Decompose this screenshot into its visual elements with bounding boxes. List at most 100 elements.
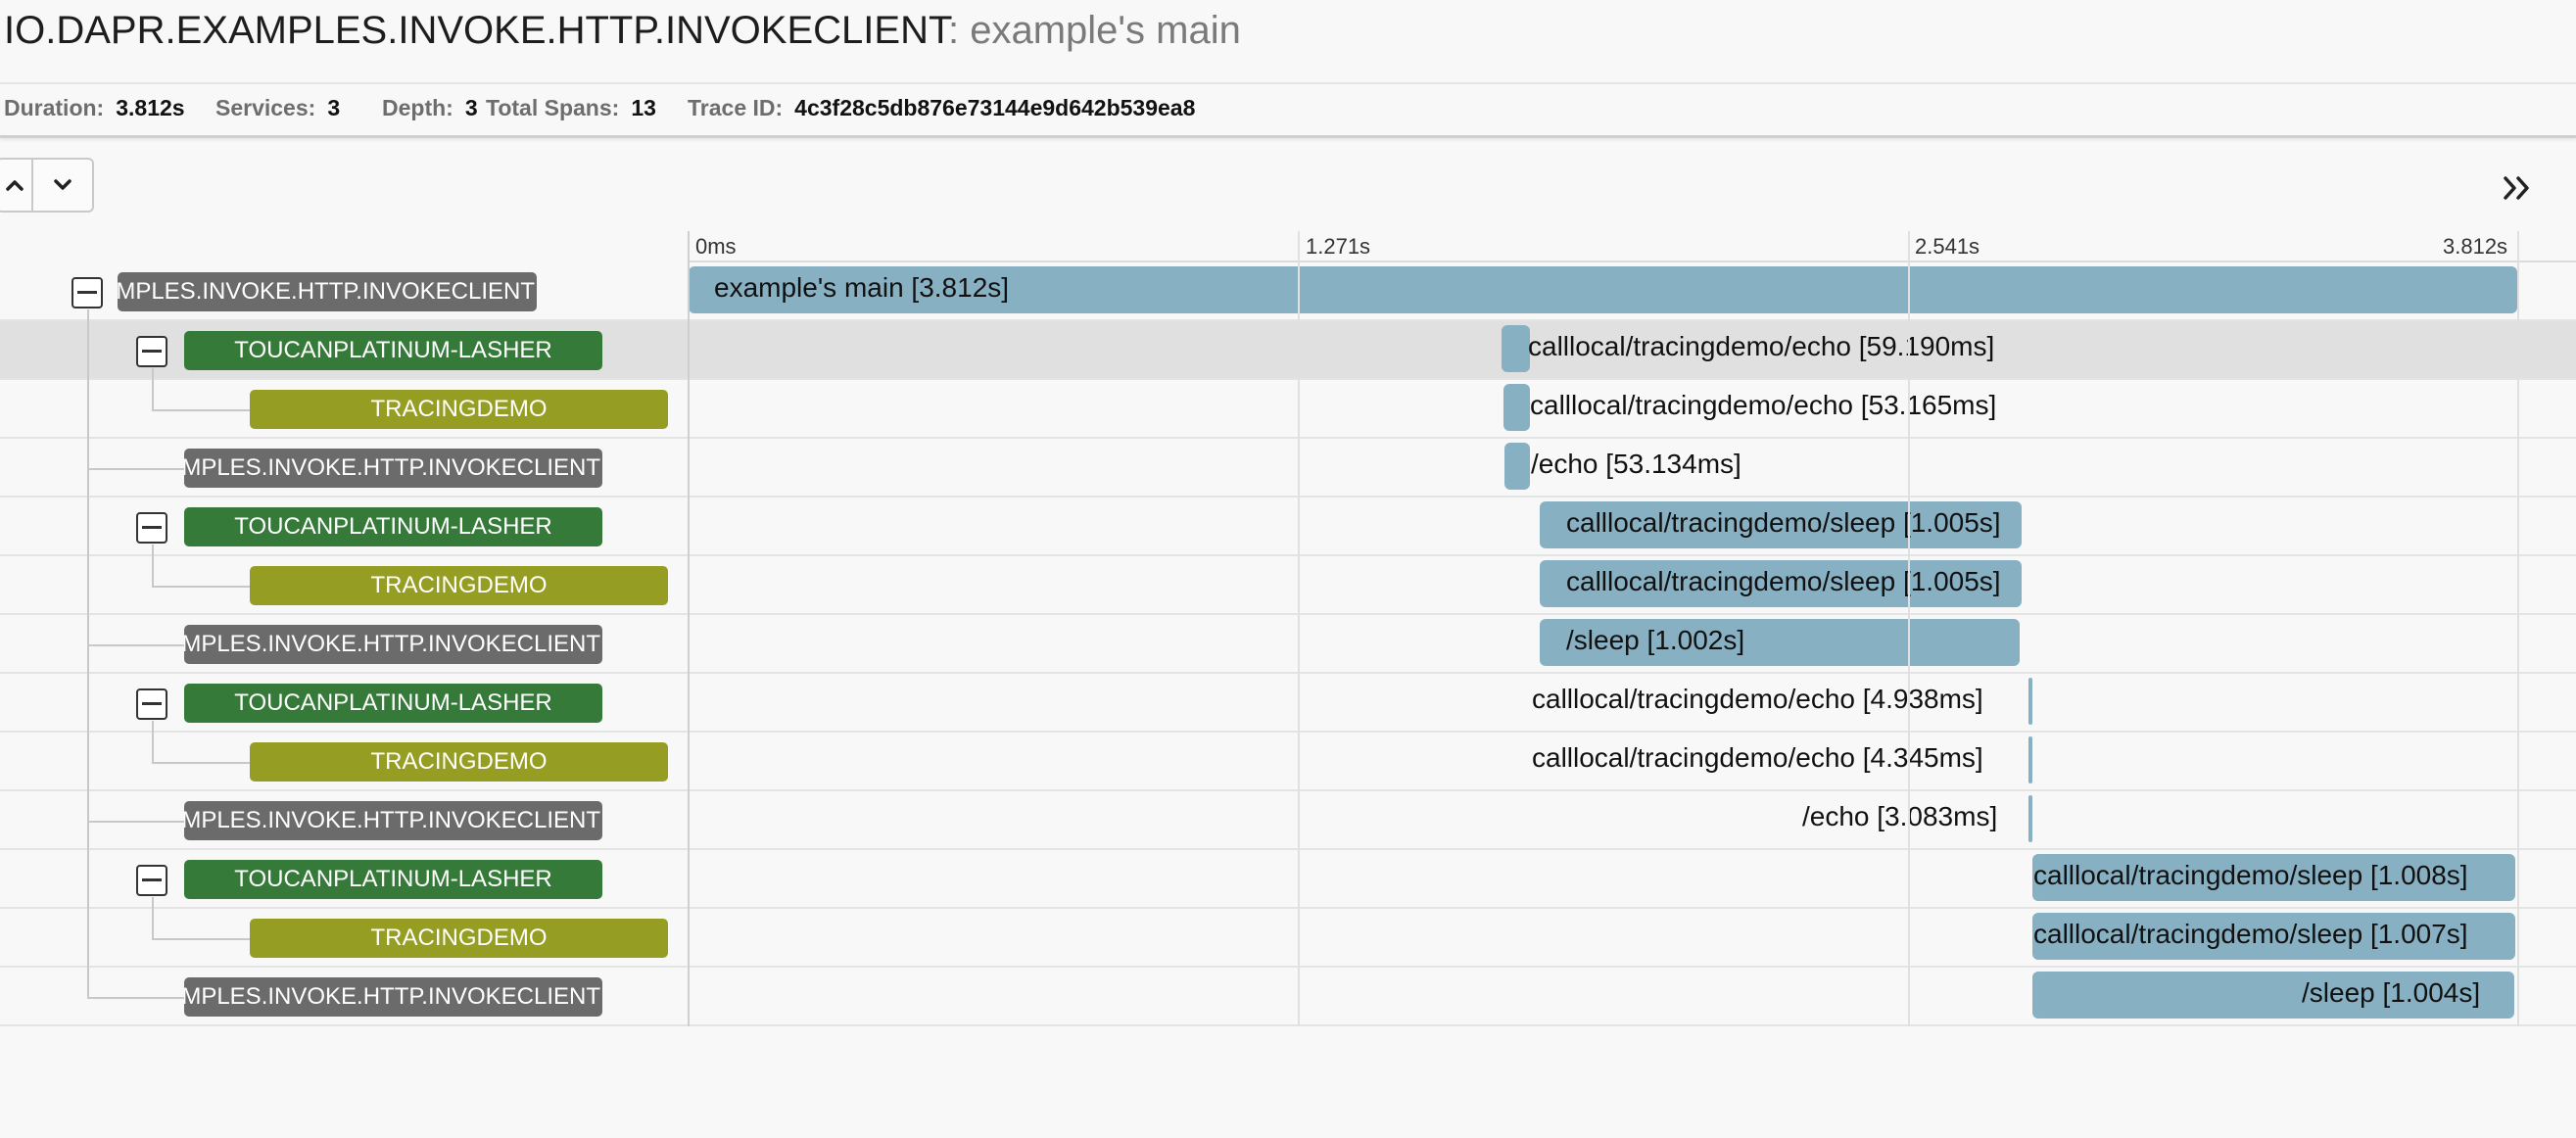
tree-connector: [152, 409, 250, 411]
span-row[interactable]: TRACINGDEMO calllocal/tracingdemo/echo […: [0, 380, 2576, 439]
span-operation-label: calllocal/tracingdemo/sleep [1.005s]: [1566, 566, 2001, 596]
timeline-gridline: [688, 231, 690, 1026]
timeline-gridline: [1908, 231, 1910, 1026]
tree-connector: [87, 997, 184, 999]
timeline-ticks: 0ms 1.271s 2.541s 3.812s: [0, 231, 2576, 262]
span-operation-label: example's main [3.812s]: [714, 272, 1010, 303]
row-divider: [0, 1024, 2576, 1026]
trace-meta-bar: Duration: 3.812s Services: 3 Depth: 3 Total…: [0, 84, 2576, 138]
collapse-all-button[interactable]: [0, 160, 33, 211]
span-row[interactable]: TRACINGDEMO calllocal/tracingdemo/sleep …: [0, 556, 2576, 615]
tree-connector: [87, 468, 184, 470]
collapse-toggle-icon[interactable]: [72, 277, 103, 308]
meta-trace-id-label: Trace ID:: [688, 95, 784, 120]
collapse-toggle-icon[interactable]: [136, 512, 167, 544]
span-duration-bar[interactable]: [2028, 795, 2032, 842]
tree-connector: [152, 721, 154, 762]
span-duration-bar[interactable]: [2028, 678, 2032, 725]
span-operation-label: /echo [3.083ms]: [1802, 801, 1998, 831]
service-name-badge: TOUCANPLATINUM-LASHER: [184, 331, 602, 370]
expand-timeline-button[interactable]: [2498, 168, 2537, 208]
service-name-text: IO.DAPR.EXAMPLES.INVOKE.HTTP.INVOKECLIEN…: [184, 807, 600, 833]
service-name-badge: TOUCANPLATINUM-LASHER: [184, 860, 602, 899]
service-name-text: TRACINGDEMO: [370, 925, 548, 951]
tree-connector: [152, 762, 250, 764]
service-name-text: IO.DAPR.EXAMPLES.INVOKE.HTTP.INVOKECLIEN…: [184, 983, 600, 1010]
service-name-badge: TRACINGDEMO: [250, 919, 668, 958]
service-name-badge: IO.DAPR.EXAMPLES.INVOKE.HTTP.INVOKECLIEN…: [184, 801, 602, 840]
span-row[interactable]: TOUCANPLATINUM-LASHER calllocal/tracingd…: [0, 674, 2576, 733]
service-name-badge: IO.DAPR.EXAMPLES.INVOKE.HTTP.INVOKECLIEN…: [118, 272, 537, 311]
span-row[interactable]: IO.DAPR.EXAMPLES.INVOKE.HTTP.INVOKECLIEN…: [0, 968, 2576, 1026]
meta-services-value: 3: [327, 95, 341, 120]
service-name-badge: IO.DAPR.EXAMPLES.INVOKE.HTTP.INVOKECLIEN…: [184, 449, 602, 488]
tree-connector: [152, 368, 154, 409]
meta-services-label: Services:: [215, 95, 316, 120]
meta-total-spans: Total Spans: 13: [486, 94, 656, 121]
span-row-selected[interactable]: TOUCANPLATINUM-LASHER calllocal/tracingd…: [0, 321, 2576, 380]
span-row[interactable]: TRACINGDEMO calllocal/tracingdemo/sleep …: [0, 909, 2576, 968]
tree-connector: [87, 821, 184, 823]
span-duration-bar[interactable]: [2028, 736, 2032, 783]
expand-all-button[interactable]: [33, 160, 92, 211]
span-nav-button-group: [0, 158, 94, 213]
span-row[interactable]: TRACINGDEMO calllocal/tracingdemo/echo […: [0, 733, 2576, 791]
tree-connector: [152, 545, 154, 586]
tree-connector: [87, 644, 184, 646]
service-name-text: TRACINGDEMO: [370, 748, 548, 775]
span-row[interactable]: TOUCANPLATINUM-LASHER calllocal/tracingd…: [0, 498, 2576, 556]
collapse-toggle-icon[interactable]: [136, 688, 167, 720]
chevron-up-icon: [6, 180, 24, 191]
trace-header: IO.DAPR.EXAMPLES.INVOKE.HTTP.INVOKECLIEN…: [0, 0, 2576, 84]
span-duration-bar[interactable]: [1503, 384, 1530, 431]
span-operation-label: calllocal/tracingdemo/echo [4.938ms]: [1532, 684, 1983, 714]
service-name-badge: TOUCANPLATINUM-LASHER: [184, 684, 602, 723]
span-operation-label: calllocal/tracingdemo/sleep [1.008s]: [2033, 860, 2468, 890]
tick-label: 3.812s: [2443, 234, 2508, 259]
tick-label: 0ms: [695, 234, 737, 259]
meta-duration-label: Duration:: [4, 95, 105, 120]
service-name-badge: IO.DAPR.EXAMPLES.INVOKE.HTTP.INVOKECLIEN…: [184, 977, 602, 1017]
service-name-text: IO.DAPR.EXAMPLES.INVOKE.HTTP.INVOKECLIEN…: [184, 454, 600, 481]
meta-services: Services: 3: [215, 94, 340, 121]
tick-label: 2.541s: [1915, 234, 1980, 259]
service-name-text: IO.DAPR.EXAMPLES.INVOKE.HTTP.INVOKECLIEN…: [118, 278, 535, 305]
span-operation-label: calllocal/tracingdemo/sleep [1.005s]: [1566, 507, 2001, 538]
trace-title-service: IO.DAPR.EXAMPLES.INVOKE.HTTP.INVOKECLIEN…: [4, 9, 948, 52]
collapse-toggle-icon[interactable]: [136, 336, 167, 367]
tree-connector: [152, 897, 154, 938]
trace-title: IO.DAPR.EXAMPLES.INVOKE.HTTP.INVOKECLIEN…: [4, 6, 1241, 55]
span-row[interactable]: IO.DAPR.EXAMPLES.INVOKE.HTTP.INVOKECLIEN…: [0, 439, 2576, 498]
service-name-badge: TRACINGDEMO: [250, 742, 668, 782]
span-row[interactable]: IO.DAPR.EXAMPLES.INVOKE.HTTP.INVOKECLIEN…: [0, 262, 2576, 321]
span-operation-label: calllocal/tracingdemo/echo [53.165ms]: [1530, 390, 1997, 420]
collapse-toggle-icon[interactable]: [136, 865, 167, 896]
service-name-badge: IO.DAPR.EXAMPLES.INVOKE.HTTP.INVOKECLIEN…: [184, 625, 602, 664]
span-row[interactable]: IO.DAPR.EXAMPLES.INVOKE.HTTP.INVOKECLIEN…: [0, 791, 2576, 850]
meta-trace-id-value: 4c3f28c5db876e73144e9d642b539ea8: [794, 95, 1196, 120]
timeline-gridline: [2517, 231, 2519, 1026]
chevron-down-icon: [54, 179, 72, 190]
double-chevron-right-icon: [2504, 176, 2529, 200]
span-operation-label: /echo [53.134ms]: [1531, 449, 1741, 479]
service-name-text: TOUCANPLATINUM-LASHER: [234, 689, 552, 716]
meta-depth-label: Depth:: [382, 95, 453, 120]
span-operation-label: calllocal/tracingdemo/sleep [1.007s]: [2033, 919, 2468, 949]
span-row[interactable]: IO.DAPR.EXAMPLES.INVOKE.HTTP.INVOKECLIEN…: [0, 615, 2576, 674]
service-name-badge: TOUCANPLATINUM-LASHER: [184, 507, 602, 546]
meta-depth: Depth: 3: [382, 94, 478, 121]
service-name-badge: TRACINGDEMO: [250, 566, 668, 605]
span-duration-bar[interactable]: [1504, 443, 1530, 490]
meta-trace-id: Trace ID: 4c3f28c5db876e73144e9d642b539ea…: [688, 94, 1195, 121]
tree-connector: [87, 309, 89, 997]
service-name-text: TRACINGDEMO: [370, 572, 548, 598]
tree-connector: [152, 938, 250, 940]
tree-connector: [152, 586, 250, 588]
span-duration-bar[interactable]: [1502, 325, 1530, 372]
span-row[interactable]: TOUCANPLATINUM-LASHER calllocal/tracingd…: [0, 850, 2576, 909]
meta-total-spans-label: Total Spans:: [486, 95, 620, 120]
service-name-text: IO.DAPR.EXAMPLES.INVOKE.HTTP.INVOKECLIEN…: [184, 631, 600, 657]
service-name-text: TOUCANPLATINUM-LASHER: [234, 513, 552, 540]
meta-duration: Duration: 3.812s: [4, 94, 185, 121]
service-name-text: TOUCANPLATINUM-LASHER: [234, 337, 552, 363]
